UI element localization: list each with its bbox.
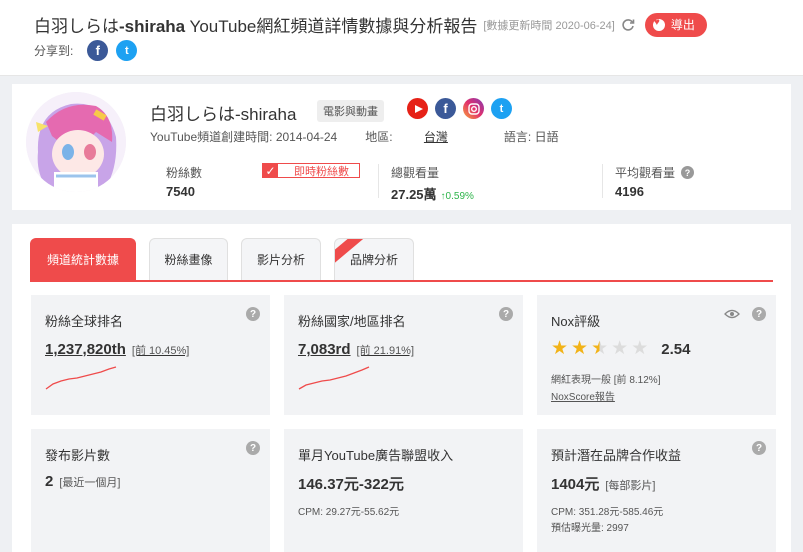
created-date: YouTube頻道創建時間: 2014-04-24 (150, 130, 338, 144)
brand-income-card: 預計潛在品牌合作收益 ? 1404元 [每部影片] CPM: 351.28元-58… (537, 429, 776, 552)
youtube-icon[interactable] (407, 98, 428, 119)
help-icon[interactable]: ? (681, 166, 695, 179)
page-header: 白羽しらは-shiraha YouTube網紅頻道詳情數據與分析報告 [數據更新… (0, 0, 803, 76)
tab-channel-stats[interactable]: 頻道統計數據 (30, 238, 136, 280)
total-views-value: 27.25萬 (391, 187, 437, 202)
star-icon: ★ (571, 338, 589, 359)
star-icon: ★ (551, 338, 569, 359)
tab-brand-analysis[interactable]: 品牌分析 (334, 238, 414, 280)
language: 語言: 日語 (503, 130, 559, 144)
refresh-icon[interactable] (621, 18, 635, 32)
diamond-icon (652, 17, 665, 31)
star-rating: ★ ★ ★ ★ ★ 2.54 (551, 339, 690, 359)
views-growth: ↑0.59% (440, 191, 474, 202)
ad-income-card: 單月YouTube廣告聯盟收入 146.37元-322元 CPM: 29.27元… (284, 429, 523, 552)
estimated-exposure: 預估曝光量: 2997 (551, 523, 629, 534)
videos-published-card: 發布影片數 ? 2 [最近一個月] (31, 429, 270, 552)
help-icon[interactable]: ? (499, 307, 513, 321)
analysis-panel: 頻道統計數據 粉絲畫像 影片分析 品牌分析 粉絲全球排名 ? 1,237,820… (12, 224, 791, 552)
divider (602, 164, 603, 198)
global-rank-card: 粉絲全球排名 ? 1,237,820th [前 10.45%] (31, 295, 270, 415)
category-badge: 電影與動畫 (317, 100, 384, 122)
eye-icon[interactable] (724, 309, 740, 319)
ad-income-value: 146.37元-322元 (298, 476, 404, 493)
help-icon[interactable]: ? (246, 307, 260, 321)
channel-meta: YouTube頻道創建時間: 2014-04-24 地區: 台灣 語言: 日語 (150, 128, 587, 145)
tab-underline (30, 280, 773, 282)
page-title: 白羽しらは-shiraha YouTube網紅頻道詳情數據與分析報告 (34, 17, 478, 36)
twitter-icon[interactable]: t (491, 98, 512, 119)
channel-profile-card: 白羽しらは-shiraha 電影與動畫 f t YouTube頻道創建時間: 2… (12, 84, 791, 210)
country-rank-sparkline (298, 366, 370, 390)
country-rank-value[interactable]: 7,083rd (298, 341, 351, 358)
update-timestamp: [數據更新時間 2020-06-24] (483, 19, 615, 32)
average-views-value: 4196 (615, 184, 644, 199)
nox-description: 網紅表現一般 [前 8.12%] (551, 375, 661, 386)
facebook-icon[interactable]: f (435, 98, 456, 119)
export-button[interactable]: 導出 (644, 12, 707, 37)
nox-rating-card: Nox評級 ? ★ ★ ★ ★ ★ 2.54 網紅表現一般 [前 8.12%] … (537, 295, 776, 415)
live-subscribers-button[interactable]: ✓ 即時粉絲數 (262, 163, 360, 178)
noxscore-report-link[interactable]: NoxScore報告 (551, 388, 615, 403)
star-empty-icon: ★ (611, 338, 629, 359)
tab-fan-profile[interactable]: 粉絲畫像 (149, 238, 228, 280)
half-star-icon: ★ (591, 338, 609, 359)
brand-income-value: 1404元 (551, 476, 600, 493)
help-icon[interactable]: ? (752, 307, 766, 321)
global-rank-value[interactable]: 1,237,820th (45, 341, 126, 358)
subscribers-stat: 粉絲數 7540 (166, 166, 203, 199)
region: 地區: 台灣 (365, 130, 448, 144)
share-row: 分享到: f t (34, 40, 145, 61)
instagram-icon[interactable] (463, 98, 484, 119)
nox-score: 2.54 (661, 340, 691, 358)
twitter-share-icon[interactable]: t (116, 40, 138, 61)
channel-name: 白羽しらは-shiraha (150, 105, 297, 124)
tab-video-analysis[interactable]: 影片分析 (241, 238, 321, 280)
brand-cpm: CPM: 351.28元-585.46元 (551, 507, 664, 518)
title-row: 白羽しらは-shiraha YouTube網紅頻道詳情數據與分析報告 [數據更新… (34, 12, 707, 37)
ad-cpm: CPM: 29.27元-55.62元 (298, 507, 400, 518)
help-icon[interactable]: ? (246, 441, 260, 455)
checkmark-icon: ✓ (263, 163, 278, 178)
facebook-share-icon[interactable]: f (87, 40, 109, 61)
share-label: 分享到: (34, 44, 74, 58)
divider (378, 164, 379, 198)
global-rank-sparkline (45, 366, 117, 390)
star-empty-icon: ★ (631, 338, 649, 359)
country-rank-card: 粉絲國家/地區排名 ? 7,083rd [前 21.91%] (284, 295, 523, 415)
average-views-stat: 平均觀看量? 4196 (615, 164, 695, 199)
subscribers-value: 7540 (166, 184, 195, 199)
total-views-stat: 總觀看量 27.25萬 ↑0.59% (391, 166, 474, 202)
avatar (26, 92, 126, 192)
videos-count: 2 (45, 473, 54, 490)
region-link[interactable]: 台灣 (424, 130, 448, 144)
help-icon[interactable]: ? (752, 441, 766, 455)
